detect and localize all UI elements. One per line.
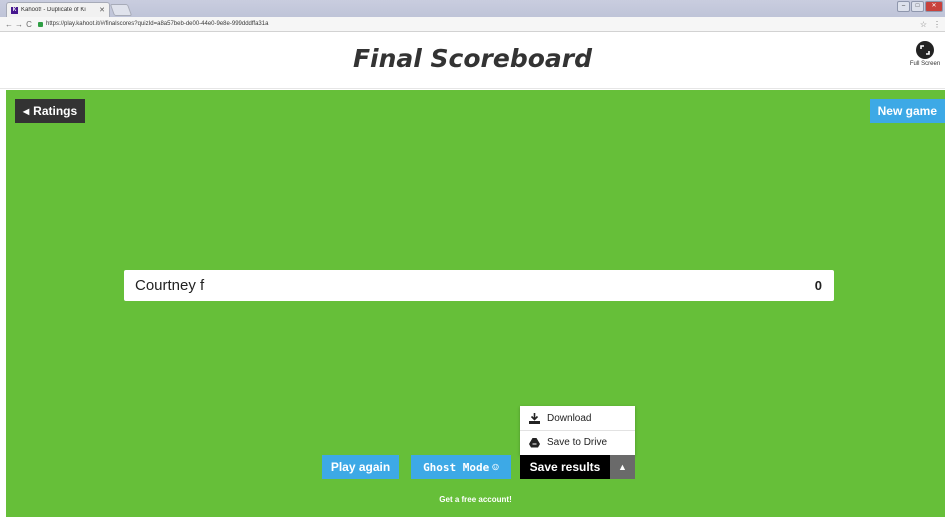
fullscreen-icon xyxy=(916,41,934,59)
save-results-button[interactable]: Save results xyxy=(520,455,610,479)
minimize-button[interactable]: – xyxy=(897,1,910,12)
save-results-menu: Download Save to Drive xyxy=(520,406,635,455)
download-icon xyxy=(529,412,540,424)
scoreboard-row: Courtney f 0 xyxy=(124,270,834,301)
ghost-mode-button[interactable]: Ghost Mode ☺ xyxy=(411,455,511,479)
new-tab-button[interactable] xyxy=(109,4,133,16)
kahoot-favicon-icon: K xyxy=(11,6,18,14)
window-controls: – □ ✕ xyxy=(897,1,943,12)
page-header: Final Scoreboard Full Screen xyxy=(0,33,945,89)
url-input[interactable]: https://play.kahoot.it/#/finalscores?qui… xyxy=(38,19,920,30)
save-results-toggle[interactable]: ▲ xyxy=(610,455,635,479)
menu-item-download[interactable]: Download xyxy=(520,406,635,430)
ghost-mode-label: Ghost Mode xyxy=(423,460,490,474)
reload-icon[interactable]: C xyxy=(24,20,34,29)
player-name: Courtney f xyxy=(135,277,205,294)
scoreboard-stage: ◀ Ratings New game Courtney f 0 Download… xyxy=(6,90,945,517)
menu-item-save-to-drive[interactable]: Save to Drive xyxy=(520,430,635,454)
tab-title: Kahoot! - Duplicate of Ki xyxy=(21,7,86,13)
arrow-left-icon: ◀ xyxy=(23,106,30,116)
close-window-button[interactable]: ✕ xyxy=(925,1,943,12)
ghost-icon: ☺ xyxy=(492,460,499,474)
bookmark-star-icon[interactable]: ☆ xyxy=(920,20,927,29)
lock-icon xyxy=(38,21,43,27)
play-again-button[interactable]: Play again xyxy=(322,455,399,479)
player-score: 0 xyxy=(814,278,822,293)
chevron-up-icon: ▲ xyxy=(618,462,627,472)
menu-item-label: Download xyxy=(547,412,592,424)
browser-tab[interactable]: K Kahoot! - Duplicate of Ki ✕ xyxy=(6,2,110,17)
forward-arrow-icon[interactable]: → xyxy=(14,20,24,29)
back-arrow-icon[interactable]: ← xyxy=(4,20,14,29)
browser-tabstrip: K Kahoot! - Duplicate of Ki ✕ – □ ✕ xyxy=(0,0,945,17)
maximize-button[interactable]: □ xyxy=(911,1,924,12)
fullscreen-label: Full Screen xyxy=(909,61,941,67)
drive-icon xyxy=(529,437,540,448)
action-bar: Play again Ghost Mode ☺ Save results ▲ xyxy=(6,455,945,479)
ratings-label: Ratings xyxy=(33,104,78,118)
page-title: Final Scoreboard xyxy=(352,44,593,73)
fullscreen-button[interactable]: Full Screen xyxy=(908,41,942,67)
url-text: https://play.kahoot.it/#/finalscores?qui… xyxy=(46,21,269,27)
tab-close-icon[interactable]: ✕ xyxy=(99,6,105,14)
ratings-button[interactable]: ◀ Ratings xyxy=(15,99,86,123)
menu-item-label: Save to Drive xyxy=(547,437,608,448)
free-account-link[interactable]: Get a free account! xyxy=(6,495,945,504)
browser-menu-icon[interactable]: ⋮ xyxy=(933,20,941,29)
new-game-button[interactable]: New game xyxy=(869,99,945,123)
address-bar: ← → C https://play.kahoot.it/#/finalscor… xyxy=(0,17,945,32)
